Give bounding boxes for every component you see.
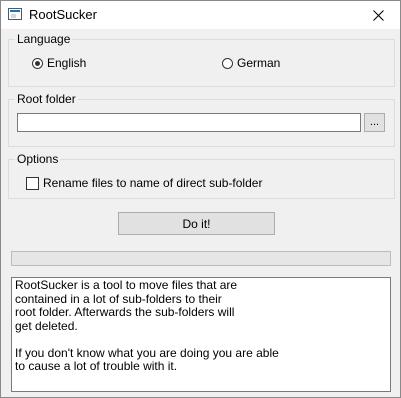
root-folder-group: Root folder ...	[8, 91, 395, 147]
rename-checkbox[interactable]: Rename files to name of direct sub-folde…	[26, 176, 262, 190]
title-bar[interactable]: RootSucker	[1, 1, 400, 29]
radio-german[interactable]: German	[222, 56, 280, 70]
options-group: Options Rename files to name of direct s…	[8, 151, 395, 199]
root-folder-legend: Root folder	[15, 91, 78, 107]
close-button[interactable]	[356, 1, 400, 29]
radio-english-label[interactable]: English	[47, 56, 86, 70]
radio-german-indicator[interactable]	[222, 57, 233, 69]
radio-english-indicator[interactable]	[32, 57, 43, 69]
rename-checkbox-label[interactable]: Rename files to name of direct sub-folde…	[43, 176, 262, 190]
browse-button[interactable]: ...	[364, 113, 385, 132]
app-window-icon	[8, 8, 22, 20]
window-title: RootSucker	[29, 7, 97, 22]
language-legend: Language	[15, 31, 73, 47]
root-folder-input[interactable]	[17, 113, 361, 132]
radio-german-label[interactable]: German	[237, 56, 280, 70]
description-textbox[interactable]: RootSucker is a tool to move files that …	[11, 277, 391, 392]
progress-bar	[11, 251, 391, 266]
options-legend: Options	[15, 151, 61, 167]
do-it-button[interactable]: Do it!	[118, 212, 275, 235]
radio-english[interactable]: English	[32, 56, 86, 70]
close-icon	[372, 9, 384, 21]
language-group: Language English German	[8, 31, 395, 87]
main-window: RootSucker Language English German Root …	[0, 0, 401, 398]
rename-checkbox-box[interactable]	[26, 176, 39, 190]
